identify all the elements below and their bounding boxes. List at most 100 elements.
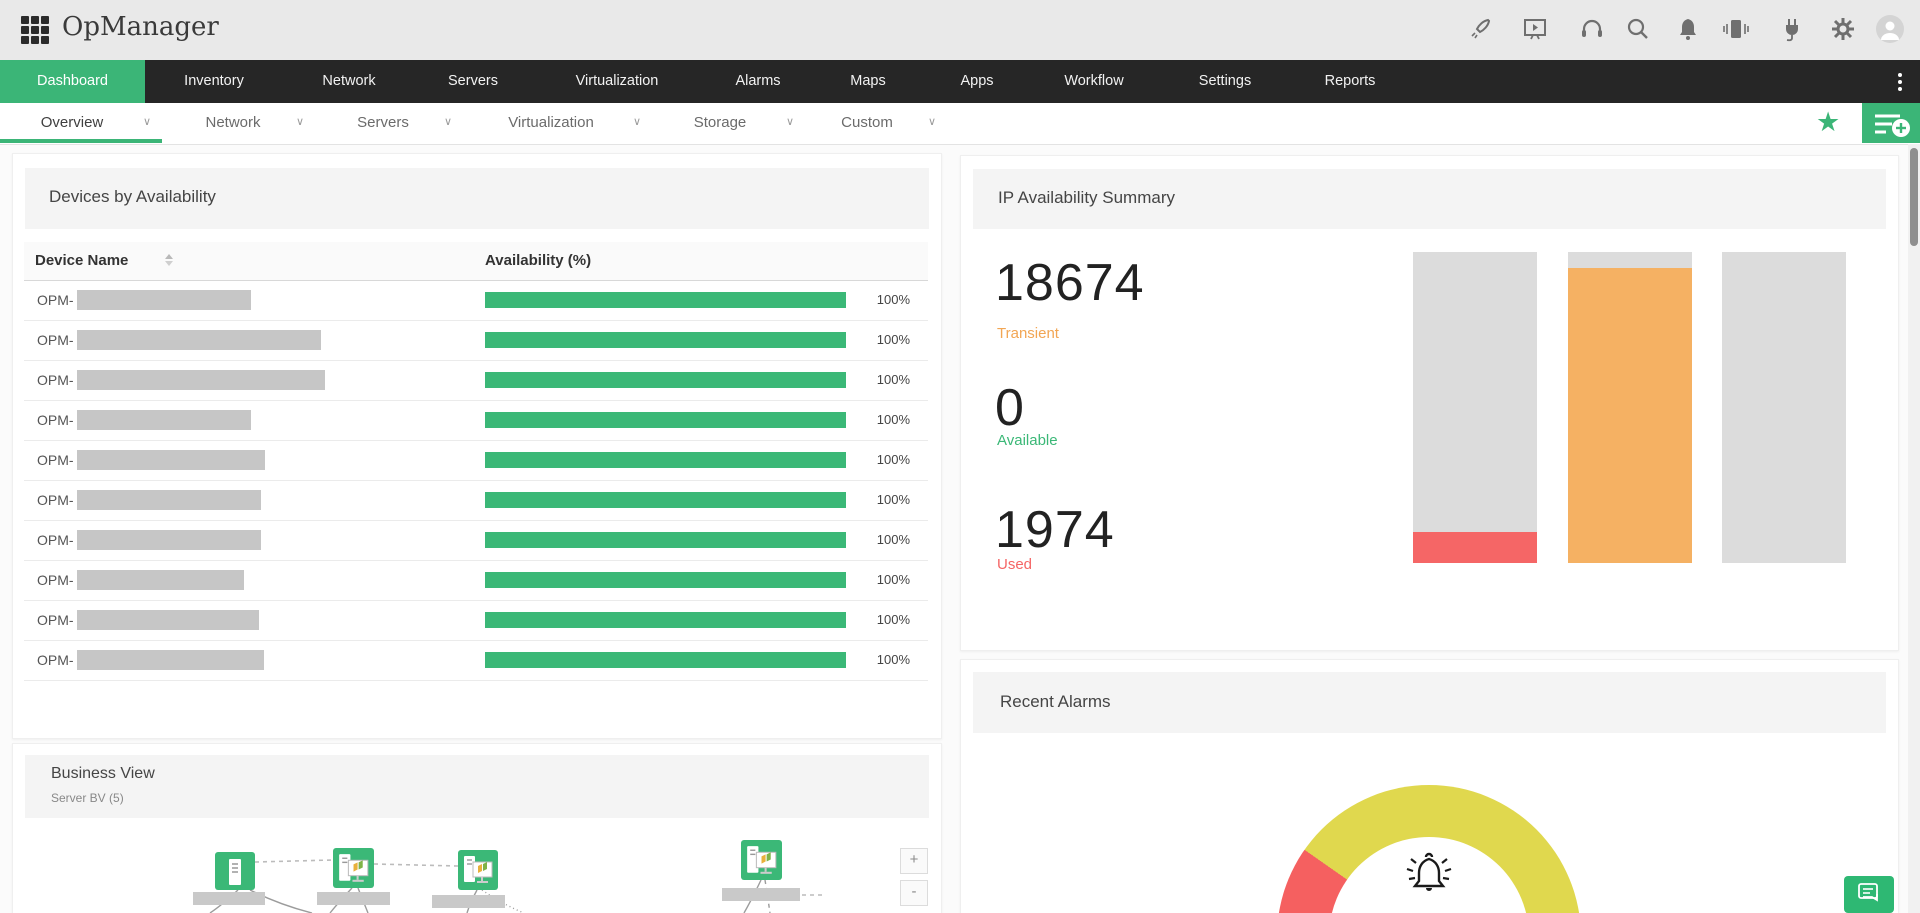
topology-node-server[interactable] [215, 852, 255, 890]
topology-zoom-in-button[interactable]: + [900, 848, 928, 874]
availability-bar [485, 372, 846, 388]
nav-item-network[interactable]: Network [322, 60, 375, 103]
device-name: OPM- [37, 440, 74, 480]
redacted-node-label [722, 888, 800, 901]
subnav-tab-network[interactable]: Network [205, 103, 260, 143]
redacted-device-name [77, 290, 251, 310]
availability-bar [485, 292, 846, 308]
device-name: OPM- [37, 640, 74, 680]
redacted-node-label [193, 892, 265, 905]
column-device-name[interactable]: Device Name [35, 242, 128, 280]
availability-bar [485, 572, 846, 588]
redacted-device-name [77, 530, 261, 550]
business-view-title: Business View [51, 765, 155, 783]
headset-icon[interactable] [1577, 14, 1607, 44]
availability-bar [485, 652, 846, 668]
card-header-band [25, 755, 929, 818]
nav-item-servers[interactable]: Servers [448, 60, 498, 103]
subnav-tab-servers[interactable]: Servers [357, 103, 409, 143]
nav-item-reports[interactable]: Reports [1325, 60, 1376, 103]
device-name: OPM- [37, 320, 74, 360]
chevron-down-icon[interactable]: ∨ [143, 103, 151, 143]
sort-icon[interactable] [165, 254, 173, 266]
redacted-device-name [77, 410, 251, 430]
redacted-device-name [77, 370, 325, 390]
avatar[interactable] [1875, 14, 1905, 44]
device-table-row[interactable]: OPM-100% [24, 400, 928, 441]
nav-item-inventory[interactable]: Inventory [184, 60, 244, 103]
device-table-row[interactable]: OPM-100% [24, 280, 928, 321]
availability-percent: 100% [848, 560, 910, 600]
stat-label-available: Available [997, 432, 1058, 449]
device-table-row[interactable]: OPM-100% [24, 600, 928, 641]
availability-percent: 100% [848, 360, 910, 400]
bell-icon [1399, 845, 1459, 909]
redacted-device-name [77, 610, 259, 630]
redacted-node-label [432, 895, 505, 908]
subnav-tab-custom[interactable]: Custom [841, 103, 893, 143]
topology-node-monitor[interactable] [458, 850, 498, 890]
availability-bar [485, 532, 846, 548]
redacted-device-name [77, 570, 244, 590]
search-icon[interactable] [1623, 14, 1653, 44]
app-grid-icon[interactable] [21, 16, 49, 44]
page-scrollbar-track[interactable] [1908, 144, 1920, 913]
device-table-row[interactable]: OPM- 100% [24, 440, 928, 481]
column-availability[interactable]: Availability (%) [485, 242, 591, 280]
chevron-down-icon[interactable]: ∨ [444, 103, 452, 143]
device-name: OPM- [37, 480, 74, 520]
subnav-tab-overview[interactable]: Overview [41, 103, 104, 143]
availability-percent: 100% [848, 440, 910, 480]
chevron-down-icon[interactable]: ∨ [786, 103, 794, 143]
add-widget-button[interactable] [1862, 103, 1920, 143]
device-table-row[interactable]: OPM- 100% [24, 640, 928, 681]
device-name: OPM- [37, 360, 74, 400]
topology-node-monitor[interactable] [741, 840, 782, 880]
stat-value-used: 1974 [995, 500, 1115, 560]
availability-percent: 100% [848, 320, 910, 360]
ip-bar-segment [1568, 268, 1692, 563]
nav-item-apps[interactable]: Apps [960, 60, 993, 103]
availability-percent: 100% [848, 280, 910, 320]
chevron-down-icon[interactable]: ∨ [296, 103, 304, 143]
mobile-ringing-icon[interactable] [1721, 14, 1751, 44]
device-table-row[interactable]: OPM-100% [24, 520, 928, 561]
page-scrollbar-thumb[interactable] [1910, 148, 1918, 246]
chevron-down-icon[interactable]: ∨ [633, 103, 641, 143]
availability-bar [485, 612, 846, 628]
subnav-tab-storage[interactable]: Storage [694, 103, 747, 143]
stat-label-transient: Transient [997, 325, 1059, 342]
chat-icon [1844, 876, 1894, 913]
nav-item-virtualization[interactable]: Virtualization [576, 60, 659, 103]
star-icon[interactable]: ★ [1816, 104, 1840, 140]
plug-icon[interactable] [1777, 14, 1807, 44]
presentation-play-icon[interactable] [1520, 14, 1550, 44]
availability-percent: 100% [848, 640, 910, 680]
availability-bar [485, 452, 846, 468]
recent-alarms-title: Recent Alarms [1000, 692, 1111, 712]
device-table-row[interactable]: OPM-100% [24, 560, 928, 601]
topology-node-monitor[interactable] [333, 848, 374, 888]
gear-icon[interactable] [1828, 14, 1858, 44]
feedback-chat-button[interactable] [1844, 876, 1894, 913]
availability-percent: 100% [848, 480, 910, 520]
subnav-tab-virtualization[interactable]: Virtualization [508, 103, 594, 143]
device-table-row[interactable]: OPM- 100% [24, 320, 928, 361]
nav-item-settings[interactable]: Settings [1199, 60, 1251, 103]
kebab-menu-icon[interactable] [1893, 70, 1907, 94]
nav-item-maps[interactable]: Maps [850, 60, 885, 103]
stat-value-available: 0 [995, 378, 1025, 438]
stat-value-transient: 18674 [995, 253, 1145, 313]
nav-item-dashboard[interactable]: Dashboard [0, 60, 145, 103]
menu-plus-icon [1862, 103, 1920, 143]
nav-item-alarms[interactable]: Alarms [735, 60, 780, 103]
redacted-device-name [77, 450, 265, 470]
topology-zoom-out-button[interactable]: - [900, 880, 928, 906]
bell-icon[interactable] [1673, 14, 1703, 44]
ip-bar-segment [1722, 252, 1846, 563]
rocket-icon[interactable] [1466, 14, 1496, 44]
device-table-row[interactable]: OPM- 100% [24, 360, 928, 401]
device-table-row[interactable]: OPM- 100% [24, 480, 928, 521]
nav-item-workflow[interactable]: Workflow [1064, 60, 1123, 103]
chevron-down-icon[interactable]: ∨ [928, 103, 936, 143]
